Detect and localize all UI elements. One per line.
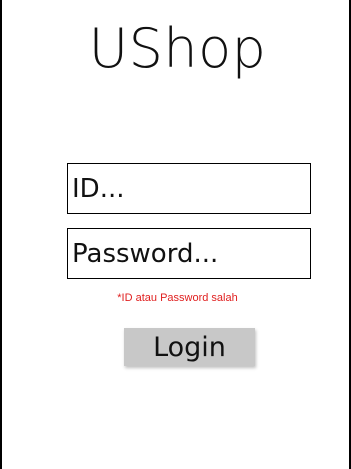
login-button[interactable]: Login [124, 328, 255, 366]
app-title: UShop [88, 17, 267, 80]
login-error-message: *ID atau Password salah [117, 292, 238, 304]
password-input[interactable] [67, 228, 311, 279]
id-input[interactable] [67, 163, 311, 214]
login-screen: UShop *ID atau Password salah Login [0, 0, 351, 469]
